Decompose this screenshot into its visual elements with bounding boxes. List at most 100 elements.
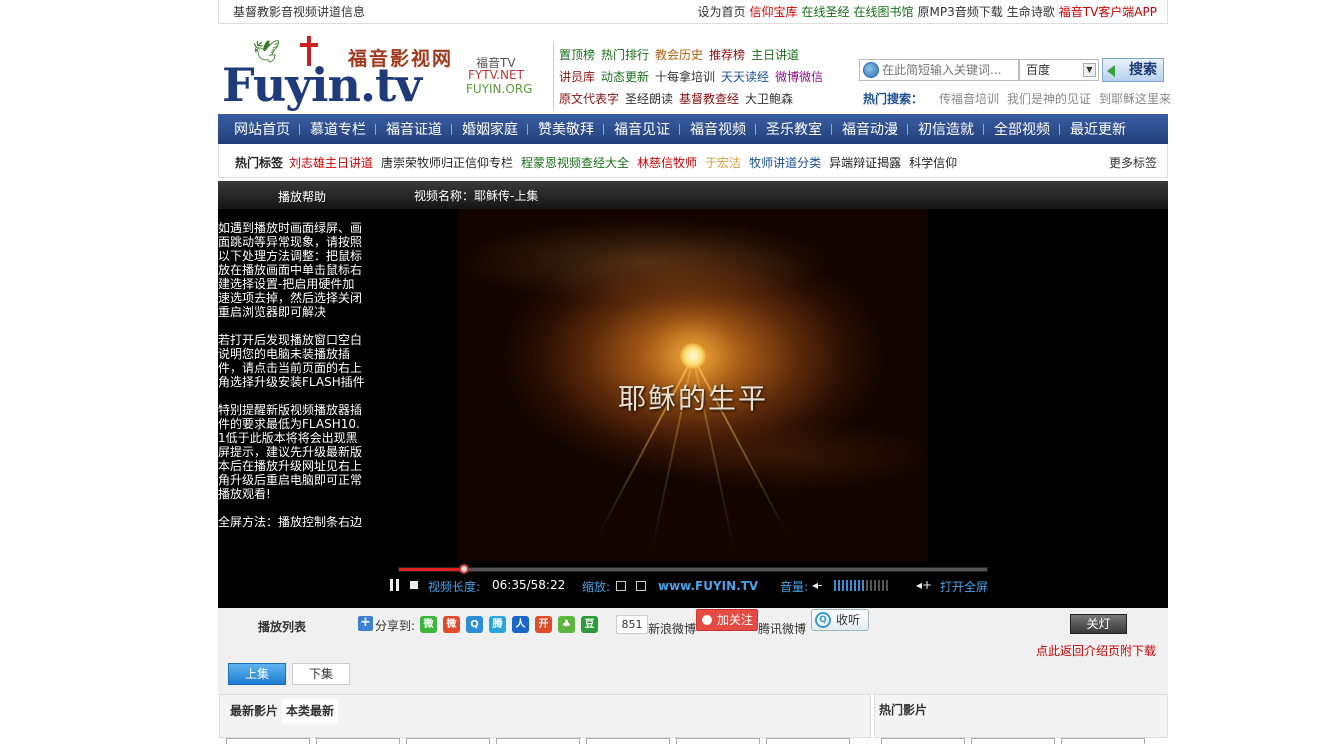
pause-icon[interactable] (389, 579, 401, 591)
nav-item[interactable]: 福音视频 (679, 119, 756, 139)
zoom-fit-icon[interactable] (616, 581, 626, 591)
volume-bar (866, 580, 868, 591)
quick-link[interactable]: 置顶榜 (559, 44, 595, 66)
hot-tag[interactable]: 程蒙恩视频查经大全 (521, 156, 629, 170)
douban-icon[interactable]: 豆 (581, 616, 598, 633)
volume-label: 音量: (780, 580, 809, 594)
quick-link[interactable]: 热门排行 (601, 44, 649, 66)
latest-tab[interactable]: 本类最新 (282, 699, 339, 723)
share-count: 851 (616, 615, 648, 634)
thumbnail[interactable] (226, 738, 310, 744)
progress-handle[interactable] (458, 564, 469, 574)
volume-bar (882, 580, 884, 591)
site-logo[interactable]: 🕊 福音影视网 Fuyin.tv 福音TV FYTV.NET FUYIN.ORG (222, 36, 534, 110)
kaixin-icon[interactable]: 开 (535, 616, 552, 633)
search-engine-select[interactable]: 百度 ▼ (1019, 59, 1099, 81)
quick-link[interactable]: 讲员库 (559, 66, 595, 88)
quick-link[interactable]: 十每拿培训 (655, 66, 715, 88)
nav-item[interactable]: 全部视频 (983, 119, 1060, 139)
hot-search-item[interactable]: 我们是神的见证 (1007, 92, 1091, 106)
thumbnail[interactable] (766, 738, 850, 744)
hot-tag[interactable]: 异端辩证揭露 (829, 156, 901, 170)
nav-item[interactable]: 福音证道 (375, 119, 452, 139)
top-link[interactable]: 信仰宝库 (749, 5, 797, 19)
hot-tag[interactable]: 林慈信牧师 (637, 156, 697, 170)
episode-button[interactable]: 下集 (292, 663, 350, 685)
renren-icon[interactable]: 人 (512, 616, 529, 633)
quick-link[interactable]: 大卫鲍森 (745, 88, 793, 110)
tencent-weibo-icon[interactable]: 腾 (489, 616, 506, 633)
hot-tag[interactable]: 科学信仰 (909, 156, 957, 170)
sina-follow-button[interactable]: 加关注 (696, 609, 758, 631)
quick-link[interactable]: 主日讲道 (751, 44, 799, 66)
nav-item[interactable]: 慕道专栏 (299, 119, 376, 139)
top-link[interactable]: 原MP3音频下载 (918, 5, 1003, 19)
clover-icon[interactable]: ♣ (558, 616, 575, 633)
volume-up-icon[interactable]: ◂+ (916, 578, 932, 592)
nav-item[interactable]: 最近更新 (1059, 119, 1136, 139)
stop-icon[interactable] (410, 581, 418, 589)
thumbnail[interactable] (496, 738, 580, 744)
top-link[interactable]: 生命诗歌 (1007, 5, 1055, 19)
top-link[interactable]: 福音TV客户端APP (1059, 5, 1157, 19)
hot-search-label: 热门搜索： (863, 92, 924, 106)
video-frame[interactable]: 耶稣的生平 (458, 209, 928, 561)
search-input[interactable] (882, 62, 1016, 78)
top-link[interactable]: 在线图书馆 (854, 5, 914, 19)
tencent-listen-button[interactable]: Q 收听 (811, 609, 869, 631)
thumbnail[interactable] (316, 738, 400, 744)
quick-link[interactable]: 推荐榜 (709, 44, 745, 66)
quick-link[interactable]: 圣经朗读 (625, 88, 673, 110)
fullscreen-button[interactable]: 打开全屏 (940, 578, 988, 595)
more-tags-link[interactable]: 更多标签 (1109, 154, 1157, 171)
progress-bar[interactable] (398, 564, 988, 574)
quick-link[interactable]: 动态更新 (601, 66, 649, 88)
top-link[interactable]: 在线圣经 (801, 5, 849, 19)
top-link[interactable]: 设为首页 (697, 5, 745, 19)
thumbnail[interactable] (971, 738, 1055, 744)
volume-slider[interactable] (834, 580, 890, 592)
zoom-original-icon[interactable] (636, 581, 646, 591)
latest-tab[interactable]: 最新影片 (226, 699, 282, 723)
hot-tag[interactable]: 于宏洁 (705, 156, 741, 170)
episode-button[interactable]: 上集 (228, 663, 286, 685)
quick-link[interactable]: 天天读经 (721, 66, 769, 88)
quick-links-row: 讲员库 动态更新 十每拿培训 天天读经 微博微信 (556, 66, 856, 88)
thumbnail[interactable] (1061, 738, 1145, 744)
thumbnail[interactable] (676, 738, 760, 744)
quick-link[interactable]: 基督教查经 (679, 88, 739, 110)
search-bar: 百度 ▼ 搜索 (859, 58, 1165, 82)
nav-item[interactable]: 赞美敬拜 (527, 119, 604, 139)
nav-item[interactable]: 网站首页 (224, 119, 300, 149)
weibo-eye-icon (700, 613, 714, 627)
nav-item[interactable]: 福音见证 (603, 119, 680, 139)
help-paragraph: 特别提醒新版视频播放器插件的要求最低为FLASH10.1低于此版本将将会出现黑屏… (218, 403, 363, 501)
plus-icon[interactable]: + (358, 616, 373, 631)
thumbnail[interactable] (406, 738, 490, 744)
download-link[interactable]: 点此返回介绍页附下载 (1036, 642, 1156, 659)
wechat-icon[interactable]: 微 (420, 616, 437, 633)
volume-bar (874, 580, 876, 591)
lights-off-button[interactable]: 关灯 (1070, 614, 1127, 634)
hot-tag[interactable]: 刘志雄主日讲道 (289, 156, 373, 170)
nav-item[interactable]: 婚姻家庭 (451, 119, 528, 139)
hot-search-item[interactable]: 到耶稣这里来 (1099, 92, 1171, 106)
quick-link[interactable]: 微博微信 (775, 66, 823, 88)
quick-links-row: 置顶榜 热门排行 教会历史 推荐榜 主日讲道 (556, 44, 856, 66)
thumbnail[interactable] (881, 738, 965, 744)
nav-item[interactable]: 初信造就 (907, 119, 984, 139)
quick-link[interactable]: 教会历史 (655, 44, 703, 66)
volume-down-icon[interactable]: ◂- (812, 578, 822, 592)
search-button[interactable]: 搜索 (1102, 58, 1164, 82)
volume-bar (862, 580, 864, 591)
qzone-icon[interactable]: Q (466, 616, 483, 633)
thumbnail[interactable] (586, 738, 670, 744)
hot-search-item[interactable]: 传福音培训 (939, 92, 999, 106)
hot-tag[interactable]: 牧师讲道分类 (749, 156, 821, 170)
quick-link[interactable]: 原文代表字 (559, 88, 619, 110)
nav-item[interactable]: 福音动漫 (831, 119, 908, 139)
hot-tag[interactable]: 唐崇荣牧师归正信仰专栏 (381, 156, 513, 170)
weibo-icon[interactable]: 微 (443, 616, 460, 633)
hot-films-panel: 热门影片 (874, 694, 1168, 744)
nav-item[interactable]: 圣乐教室 (755, 119, 832, 139)
